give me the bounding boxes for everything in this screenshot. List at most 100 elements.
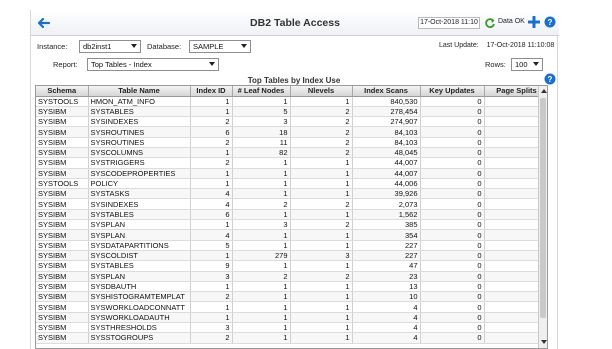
report-select[interactable]: Top Tables - Index [87,58,219,71]
table-cell: 1 [190,106,233,118]
table-cell: 0 [420,126,485,138]
table-cell: 0 [420,178,485,190]
table-cell: 44,006 [352,178,421,190]
table-row[interactable]: SYSIBMSYSWORKLOADCONNATT111400 [36,301,547,313]
column-header[interactable]: Schema [36,86,89,97]
table-cell: 1 [190,281,233,293]
column-header[interactable]: Nlevels [290,86,353,97]
table-cell: 84,103 [352,137,421,148]
table-row[interactable]: SYSIBMSYSTRIGGERS21144,00700 [36,157,547,169]
table-cell: 0 [420,219,485,231]
last-update-label: Last Update: [439,42,479,49]
table-cell: 2 [290,106,353,118]
table-cell: SYSCOLUMNS [88,147,191,159]
table-cell: SYSIBM [36,229,89,241]
table-cell: 1 [290,240,353,251]
report-select-value: Top Tables - Index [91,60,152,69]
table-row[interactable]: SYSIBMSYSDATAPARTITIONS51122700 [36,240,547,251]
scroll-thumb[interactable] [540,98,546,318]
table-cell: 1 [232,178,291,190]
column-header[interactable]: Index Scans [352,86,421,97]
table-row[interactable]: SYSIBMSYSPLAN3222300 [36,271,547,282]
table-row[interactable]: SYSTOOLSHMON_ATM_INFO111840,53000 [36,96,547,107]
scroll-up-icon[interactable] [541,89,547,93]
table-cell: SYSINDEXES [88,116,191,128]
table-cell: 1 [290,188,353,200]
column-header[interactable]: Key Updates [420,86,485,97]
table-row[interactable]: SYSTOOLSPOLICY11144,00600 [36,178,547,190]
table-cell: 2 [232,198,291,210]
table-row[interactable]: SYSIBMSYSWORKLOADAUTH111400 [36,312,547,324]
table-cell: SYSIBM [36,147,89,159]
chevron-down-icon [209,62,215,66]
table-cell: 1 [190,219,233,231]
table-row[interactable]: SYSIBMSYSPLAN13238500 [36,219,547,231]
table-cell: 1 [232,168,291,179]
table-cell: SYSTHRESHOLDS [88,322,191,334]
table-cell: 2 [190,332,233,344]
table-cell: 1 [290,260,353,272]
table-cell: 1 [232,260,291,272]
back-arrow-icon[interactable] [37,16,51,30]
filter-row: Instance: db2inst1 Database: SAMPLE Last… [31,39,559,55]
table-cell: 13 [352,281,421,293]
table-row[interactable]: SYSIBMSYSTASKS41139,92600 [36,188,547,200]
table-cell: 82 [232,147,291,159]
table-cell: 0 [420,106,485,118]
plus-icon[interactable] [527,15,541,29]
column-header[interactable]: Table Name [88,86,191,97]
table-cell: 44,007 [352,157,421,169]
rows-select[interactable]: 100 [511,58,543,71]
table-cell: SYSPLAN [88,219,191,231]
table-cell: 1 [290,209,353,221]
database-select[interactable]: SAMPLE [189,40,251,53]
table-cell: SYSIBM [36,157,89,169]
table-row[interactable]: SYSIBMSYSTHRESHOLDS311400 [36,322,547,334]
table-cell: 1 [190,250,233,262]
table-cell: 1 [290,96,353,107]
table-cell: 2 [190,116,233,128]
help-icon[interactable]: ? [544,16,556,28]
refresh-icon[interactable] [484,17,496,29]
table-cell: SYSROUTINES [88,126,191,138]
table-cell: 2 [290,219,353,231]
table-cell: 9 [190,260,233,272]
instance-label: Instance: [37,42,68,51]
table-cell: SYSIBM [36,219,89,231]
table-row[interactable]: SYSIBMSYSROUTINES618284,10300 [36,126,547,138]
table-row[interactable]: SYSIBMSYSTABLES6111,56200 [36,209,547,221]
table-row[interactable]: SYSIBMSYSSTOGROUPS211400 [36,332,547,344]
table-row[interactable]: SYSIBMSYSCOLDIST1279322700 [36,250,547,262]
scroll-down-icon[interactable] [541,340,547,344]
column-header[interactable]: Index ID [190,86,233,97]
table-cell: 0 [420,147,485,159]
vertical-scrollbar[interactable] [538,86,547,348]
table-row[interactable]: SYSIBMSYSCODEPROPERTIES11144,00700 [36,168,547,179]
table-cell: 18 [232,126,291,138]
table-body: SYSTOOLSHMON_ATM_INFO111840,53000SYSIBMS… [36,96,547,344]
table-cell: 279 [232,250,291,262]
table-cell: 2 [290,198,353,210]
table-row[interactable]: SYSIBMSYSROUTINES211284,10300 [36,137,547,148]
table-cell: 840,530 [352,96,421,107]
table-cell: SYSIBM [36,106,89,118]
table-row[interactable]: SYSIBMSYSHISTOGRAMTEMPLAT2111000 [36,291,547,303]
timestamp-display: 17-Oct-2018 11:10 [418,17,480,29]
table-row[interactable]: SYSIBMSYSPLAN41135400 [36,229,547,241]
table-row[interactable]: SYSIBMSYSINDEXES232274,90700 [36,116,547,128]
column-header[interactable]: # Leaf Nodes [232,86,291,97]
table-cell: 1 [232,229,291,241]
table-row[interactable]: SYSIBMSYSDBAUTH1111300 [36,281,547,293]
table-cell: 0 [420,229,485,241]
table-row[interactable]: SYSIBMSYSTABLES152278,45400 [36,106,547,118]
table-cell: SYSCOLDIST [88,250,191,262]
table-cell: 1 [190,147,233,159]
table-row[interactable]: SYSIBMSYSINDEXES4222,07300 [36,198,547,210]
table-cell: 0 [420,116,485,128]
table-cell: 1 [232,188,291,200]
table-row[interactable]: SYSIBMSYSTABLES9114700 [36,260,547,272]
instance-select[interactable]: db2inst1 [79,40,141,53]
table-cell: SYSWORKLOADAUTH [88,312,191,324]
table-row[interactable]: SYSIBMSYSCOLUMNS182248,04500 [36,147,547,159]
table-cell: SYSIBM [36,209,89,221]
